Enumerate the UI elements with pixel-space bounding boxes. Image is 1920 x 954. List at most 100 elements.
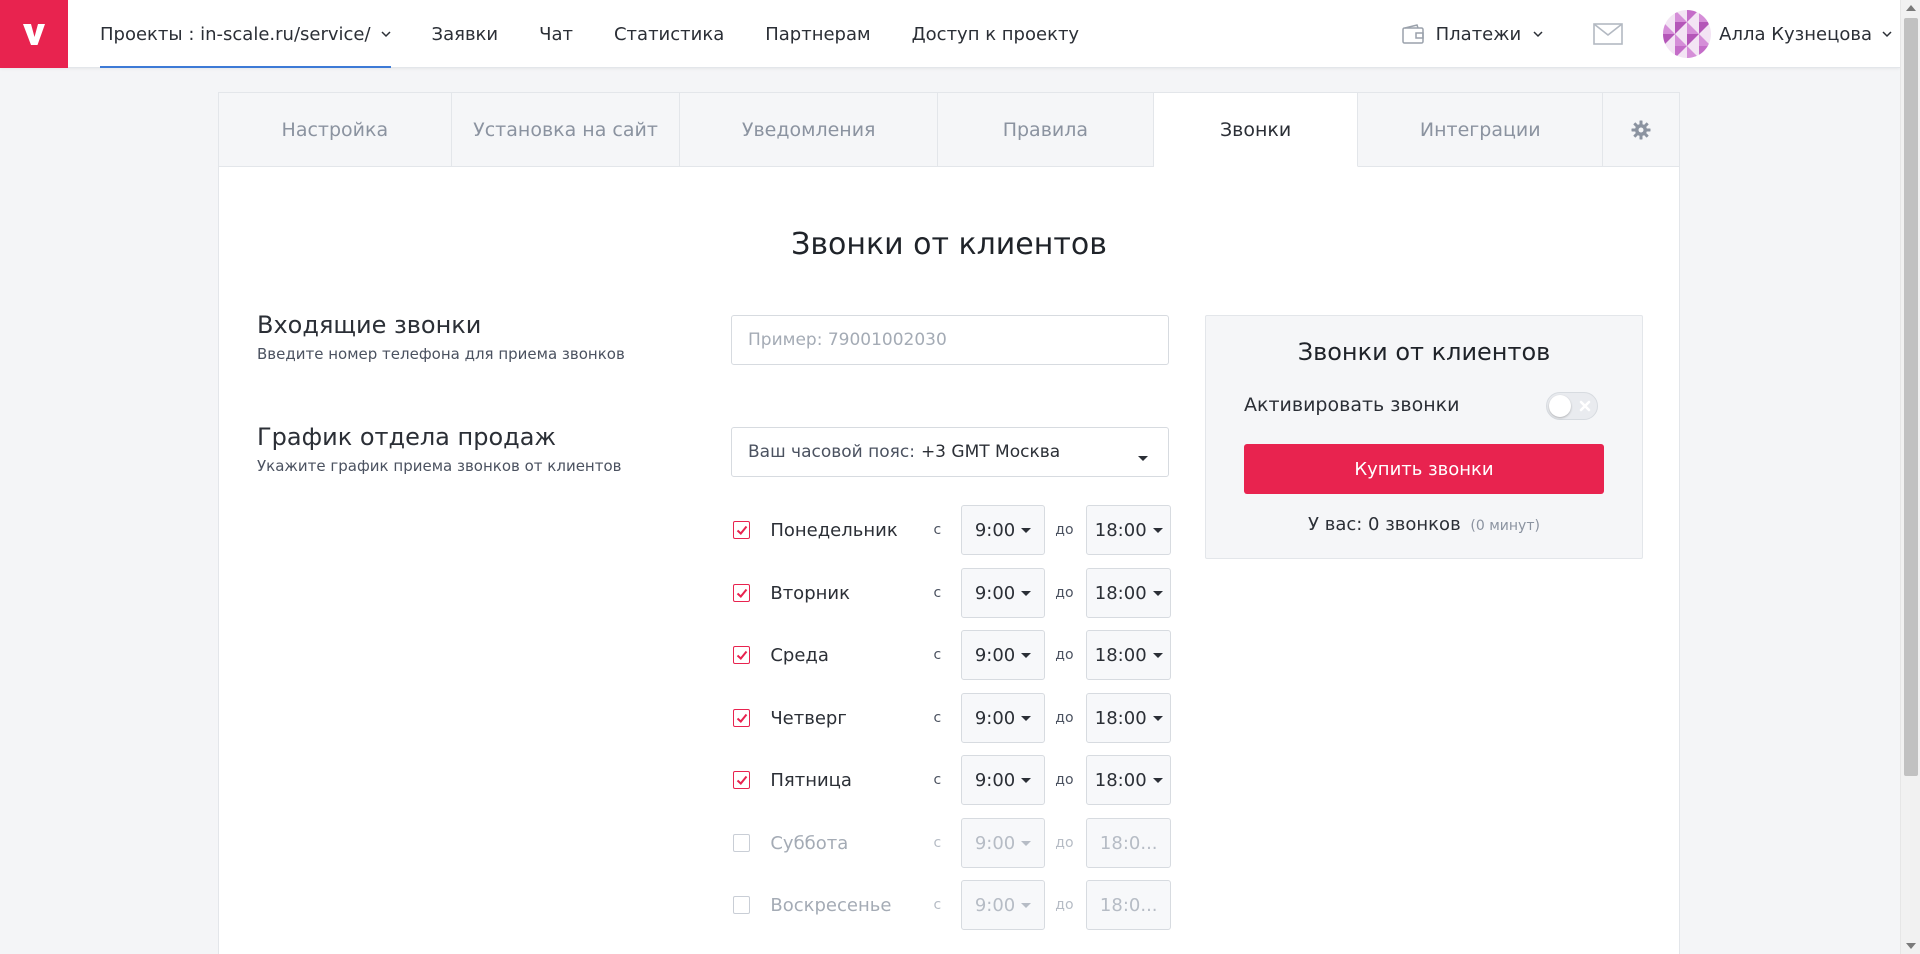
from-label: с: [933, 710, 942, 726]
to-label: до: [1055, 710, 1074, 726]
from-label: с: [933, 897, 942, 913]
check-icon: [736, 713, 747, 723]
settings-tabs: Настройка Установка на сайт Уведомления …: [219, 93, 1679, 167]
to-time-value: 18:00: [1094, 769, 1147, 791]
tab-site-install-label: Установка на сайт: [473, 118, 658, 141]
user-menu[interactable]: Алла Кузнецова: [1663, 10, 1892, 58]
day-checkbox[interactable]: [733, 521, 751, 539]
to-label: до: [1055, 585, 1074, 601]
from-label: с: [933, 772, 942, 788]
from-time-select[interactable]: 9:00: [960, 693, 1046, 743]
avatar-pattern-icon: [1663, 10, 1712, 58]
scroll-up-icon[interactable]: [1906, 5, 1916, 11]
day-row: Суббота с 9:00 до 18:0...: [731, 818, 1171, 868]
to-label: до: [1055, 897, 1074, 913]
tab-rules[interactable]: Правила: [938, 93, 1154, 166]
from-time-select[interactable]: 9:00: [960, 568, 1046, 618]
gear-icon: [1631, 120, 1651, 139]
nav-chat[interactable]: Чат: [539, 0, 573, 68]
check-icon: [736, 650, 747, 660]
to-time-select[interactable]: 18:0...: [1086, 880, 1171, 930]
tab-rules-label: Правила: [1002, 118, 1089, 141]
tab-site-install[interactable]: Установка на сайт: [452, 93, 681, 166]
day-name: Понедельник: [770, 519, 898, 541]
to-time-select[interactable]: 18:00: [1086, 505, 1171, 555]
timezone-select[interactable]: Ваш часовой пояс: +3 GMT Москва: [731, 427, 1169, 477]
tab-calls[interactable]: Звонки: [1153, 93, 1359, 167]
top-navbar: Проекты : in-scale.ru/service/ Заявки Ча…: [0, 0, 1900, 68]
to-time-value: 18:0...: [1099, 894, 1158, 916]
calls-balance: У вас: 0 звонков (0 минут): [1206, 514, 1642, 535]
to-time-select[interactable]: 18:00: [1086, 630, 1171, 680]
sales-schedule-subtitle: Укажите график приема звонков от клиенто…: [257, 457, 622, 475]
to-time-select[interactable]: 18:00: [1086, 693, 1171, 743]
to-time-select[interactable]: 18:00: [1086, 568, 1171, 618]
to-time-select[interactable]: 18:0...: [1086, 818, 1171, 868]
tab-gear[interactable]: [1603, 93, 1679, 166]
nav-requests-label: Заявки: [431, 23, 499, 45]
from-label: с: [933, 647, 942, 663]
day-checkbox[interactable]: [733, 646, 751, 664]
nav-requests[interactable]: Заявки: [432, 0, 499, 68]
close-icon: [1579, 400, 1591, 412]
caret-down-icon: [1152, 652, 1163, 658]
from-time-select[interactable]: 9:00: [960, 880, 1046, 930]
day-checkbox[interactable]: [733, 834, 751, 852]
scrollbar-thumb[interactable]: [1904, 18, 1918, 776]
from-time-value: 9:00: [974, 582, 1016, 604]
to-label: до: [1055, 835, 1074, 851]
activate-calls-toggle[interactable]: [1546, 392, 1598, 420]
logo-v-icon: [23, 24, 45, 45]
nav-statistics[interactable]: Статистика: [614, 0, 724, 68]
nav-chat-label: Чат: [539, 23, 573, 45]
check-icon: [736, 775, 747, 785]
sales-schedule-heading: График отдела продаж: [257, 423, 557, 451]
tab-notifications[interactable]: Уведомления: [680, 93, 939, 166]
from-label: с: [933, 522, 942, 538]
phone-input[interactable]: [731, 315, 1169, 365]
tab-settings-label: Настройка: [281, 118, 389, 141]
chevron-down-icon: [1533, 31, 1543, 38]
caret-down-icon: [1152, 777, 1163, 783]
user-name: Алла Кузнецова: [1719, 23, 1872, 45]
to-time-select[interactable]: 18:00: [1086, 755, 1171, 805]
nav-project-access-label: Доступ к проекту: [911, 23, 1080, 45]
nav-projects-label: Проекты : in-scale.ru/service/: [100, 23, 371, 45]
day-checkbox[interactable]: [733, 896, 751, 914]
wallet-icon: [1401, 24, 1424, 44]
payments-dropdown[interactable]: Платежи: [1401, 24, 1544, 45]
calls-balance-text: У вас: 0 звонков: [1308, 514, 1461, 535]
day-name: Четверг: [770, 707, 847, 729]
page-scrollbar[interactable]: [1900, 0, 1920, 954]
from-time-select[interactable]: 9:00: [960, 630, 1046, 680]
day-checkbox[interactable]: [733, 771, 751, 789]
from-time-value: 9:00: [974, 769, 1016, 791]
nav-project-access[interactable]: Доступ к проекту: [912, 0, 1079, 68]
from-time-select[interactable]: 9:00: [960, 505, 1046, 555]
caret-down-icon: [1152, 590, 1163, 596]
from-time-value: 9:00: [974, 707, 1016, 729]
logo[interactable]: [0, 0, 68, 68]
buy-calls-button[interactable]: Купить звонки: [1244, 444, 1604, 494]
scroll-down-icon[interactable]: [1906, 943, 1916, 949]
avatar: [1663, 10, 1712, 58]
chevron-down-icon: [1882, 31, 1892, 38]
from-time-select[interactable]: 9:00: [960, 755, 1046, 805]
tab-settings[interactable]: Настройка: [219, 93, 452, 166]
right-nav: Платежи Алла Кузнецова: [1401, 0, 1900, 68]
nav-projects[interactable]: Проекты : in-scale.ru/service/: [100, 0, 391, 68]
calls-panel: Звонки от клиентов Активировать звонки К…: [1205, 315, 1643, 559]
day-checkbox[interactable]: [733, 584, 751, 602]
day-row: Понедельник с 9:00 до 18:00: [731, 505, 1171, 555]
day-checkbox[interactable]: [733, 709, 751, 727]
day-row: Четверг с 9:00 до 18:00: [731, 693, 1171, 743]
mail-icon[interactable]: [1593, 23, 1623, 45]
from-time-value: 9:00: [974, 644, 1016, 666]
day-row: Среда с 9:00 до 18:00: [731, 630, 1171, 680]
nav-statistics-label: Статистика: [613, 23, 725, 45]
page-title: Звонки от клиентов: [791, 227, 1107, 262]
tab-integrations[interactable]: Интеграции: [1358, 93, 1604, 166]
caret-down-icon: [1138, 456, 1148, 461]
from-time-select[interactable]: 9:00: [960, 818, 1046, 868]
nav-partners[interactable]: Партнерам: [765, 0, 870, 68]
